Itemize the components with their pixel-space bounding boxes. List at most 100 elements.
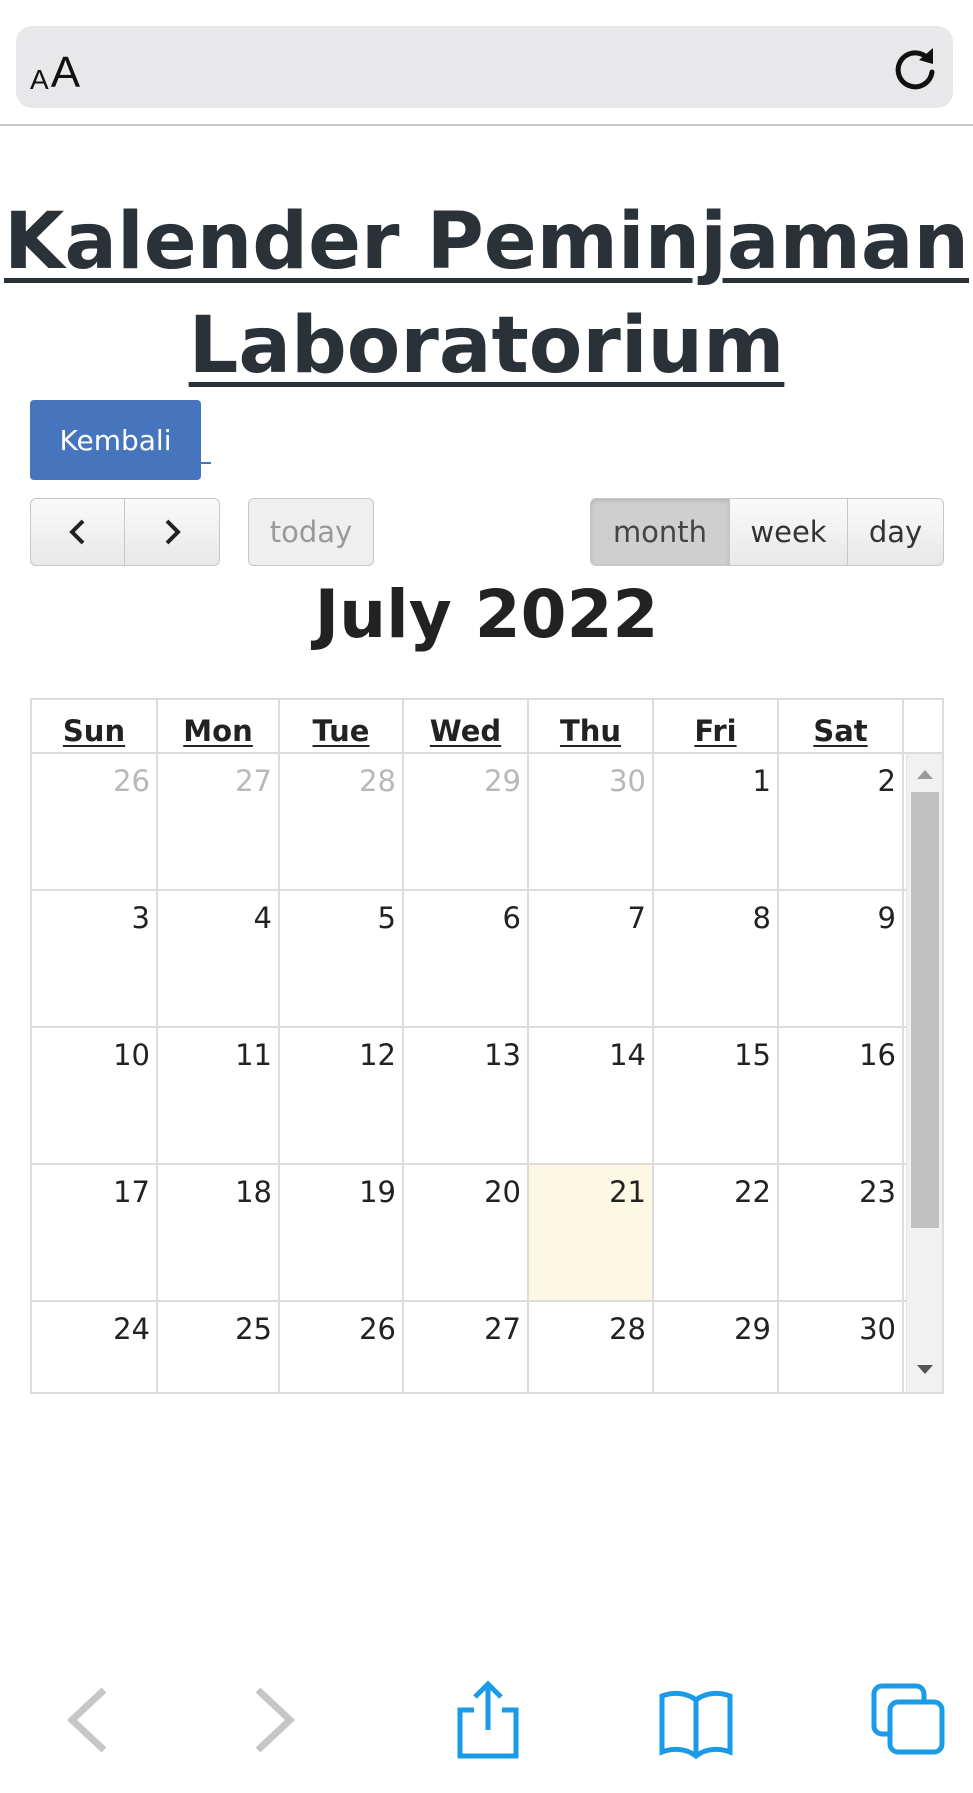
- day-number: 28: [359, 764, 396, 798]
- day-number: 13: [484, 1038, 521, 1072]
- bookmarks-icon[interactable]: [656, 1680, 736, 1760]
- calendar-day-cell[interactable]: 30: [529, 754, 654, 889]
- scroll-up-arrow-icon[interactable]: [917, 770, 933, 779]
- calendar-week-row: 10 11 12 13 14 15 16: [32, 1028, 906, 1165]
- day-number: 29: [734, 1312, 771, 1346]
- day-number: 28: [609, 1312, 646, 1346]
- day-number: 8: [752, 901, 771, 935]
- calendar-day-cell[interactable]: 18: [158, 1165, 280, 1300]
- tabs-icon[interactable]: [868, 1680, 948, 1760]
- calendar-day-cell[interactable]: 1: [654, 754, 779, 889]
- calendar-day-cell[interactable]: 8: [654, 891, 779, 1026]
- calendar-day-cell[interactable]: 24: [32, 1302, 158, 1392]
- view-switcher: month week day: [590, 498, 944, 566]
- day-number: 3: [131, 901, 150, 935]
- calendar-week-row: 24 25 26 27 28 29 30: [32, 1302, 906, 1392]
- weekday-header-cell[interactable]: Sun: [32, 700, 158, 752]
- calendar-day-cell[interactable]: 10: [32, 1028, 158, 1163]
- weekday-header-cell[interactable]: Mon: [158, 700, 280, 752]
- calendar-day-cell[interactable]: 22: [654, 1165, 779, 1300]
- day-number: 18: [235, 1175, 272, 1209]
- day-number: 27: [235, 764, 272, 798]
- weekday-header-cell[interactable]: Fri: [654, 700, 779, 752]
- calendar-body: 26 27 28 29 30 1 2 3 4 5 6 7 8 9 10 11 12 13 14 15 16 17 18 19 2…: [32, 754, 906, 1392]
- scroll-thumb[interactable]: [911, 792, 939, 1228]
- month-title: July 2022: [314, 576, 659, 653]
- scroll-down-arrow-icon[interactable]: [917, 1365, 933, 1374]
- day-number: 25: [235, 1312, 272, 1346]
- calendar-day-cell[interactable]: 27: [158, 754, 280, 889]
- day-number: 30: [859, 1312, 896, 1346]
- calendar-day-cell-today[interactable]: 21: [529, 1165, 654, 1300]
- page-title[interactable]: Kalender Peminjaman Laboratorium: [0, 190, 973, 398]
- day-number: 19: [359, 1175, 396, 1209]
- next-button[interactable]: [125, 498, 220, 566]
- calendar-day-cell[interactable]: 19: [280, 1165, 404, 1300]
- back-button[interactable]: Kembali: [30, 400, 201, 480]
- day-number: 1: [752, 764, 771, 798]
- calendar-day-cell[interactable]: 5: [280, 891, 404, 1026]
- calendar-day-cell[interactable]: 2: [779, 754, 904, 889]
- day-number: 16: [859, 1038, 896, 1072]
- today-group: today: [248, 498, 374, 566]
- url-field[interactable]: A A: [16, 26, 953, 108]
- day-number: 10: [113, 1038, 150, 1072]
- weekday-header-cell[interactable]: Tue: [280, 700, 404, 752]
- day-number: 26: [113, 764, 150, 798]
- calendar-day-cell[interactable]: 30: [779, 1302, 904, 1392]
- calendar-day-cell[interactable]: 26: [32, 754, 158, 889]
- calendar-day-cell[interactable]: 29: [654, 1302, 779, 1392]
- calendar-day-cell[interactable]: 26: [280, 1302, 404, 1392]
- day-number: 24: [113, 1312, 150, 1346]
- calendar-day-cell[interactable]: 15: [654, 1028, 779, 1163]
- day-number: 22: [734, 1175, 771, 1209]
- view-day-button[interactable]: day: [848, 498, 944, 566]
- share-icon[interactable]: [448, 1680, 528, 1760]
- calendar-day-cell[interactable]: 23: [779, 1165, 904, 1300]
- calendar-day-cell[interactable]: 7: [529, 891, 654, 1026]
- calendar-day-cell[interactable]: 12: [280, 1028, 404, 1163]
- day-number: 12: [359, 1038, 396, 1072]
- calendar-day-cell[interactable]: 11: [158, 1028, 280, 1163]
- forward-icon[interactable]: [236, 1680, 316, 1760]
- header-gutter: [904, 700, 942, 752]
- day-number: 20: [484, 1175, 521, 1209]
- chevron-right-icon: [165, 519, 181, 545]
- calendar-day-cell[interactable]: 4: [158, 891, 280, 1026]
- day-number: 15: [734, 1038, 771, 1072]
- calendar-day-cell[interactable]: 13: [404, 1028, 529, 1163]
- calendar-day-cell[interactable]: 28: [280, 754, 404, 889]
- calendar-day-cell[interactable]: 25: [158, 1302, 280, 1392]
- calendar-day-cell[interactable]: 29: [404, 754, 529, 889]
- day-number: 23: [859, 1175, 896, 1209]
- calendar-day-cell[interactable]: 17: [32, 1165, 158, 1300]
- reload-icon[interactable]: [889, 42, 941, 94]
- calendar-day-cell[interactable]: 16: [779, 1028, 904, 1163]
- day-number: 5: [377, 901, 396, 935]
- day-number: 26: [359, 1312, 396, 1346]
- calendar-week-row: 17 18 19 20 21 22 23: [32, 1165, 906, 1302]
- calendar-scrollbar[interactable]: [906, 754, 942, 1392]
- calendar-day-cell[interactable]: 14: [529, 1028, 654, 1163]
- weekday-header-cell[interactable]: Thu: [529, 700, 654, 752]
- calendar-day-cell[interactable]: 20: [404, 1165, 529, 1300]
- back-icon[interactable]: [46, 1680, 126, 1760]
- day-number: 29: [484, 764, 521, 798]
- weekday-header: Sun Mon Tue Wed Thu Fri Sat: [32, 700, 942, 754]
- prev-button[interactable]: [30, 498, 125, 566]
- calendar-day-cell[interactable]: 6: [404, 891, 529, 1026]
- text-size-button[interactable]: A A: [30, 40, 80, 95]
- day-number: 6: [502, 901, 521, 935]
- day-number: 14: [609, 1038, 646, 1072]
- view-week-button[interactable]: week: [730, 498, 848, 566]
- weekday-header-cell[interactable]: Sat: [779, 700, 904, 752]
- day-number: 11: [235, 1038, 272, 1072]
- weekday-header-cell[interactable]: Wed: [404, 700, 529, 752]
- calendar-day-cell[interactable]: 9: [779, 891, 904, 1026]
- calendar-day-cell[interactable]: 3: [32, 891, 158, 1026]
- today-button[interactable]: today: [248, 498, 374, 566]
- view-month-button[interactable]: month: [590, 498, 730, 566]
- calendar-day-cell[interactable]: 27: [404, 1302, 529, 1392]
- day-number: 2: [877, 764, 896, 798]
- calendar-day-cell[interactable]: 28: [529, 1302, 654, 1392]
